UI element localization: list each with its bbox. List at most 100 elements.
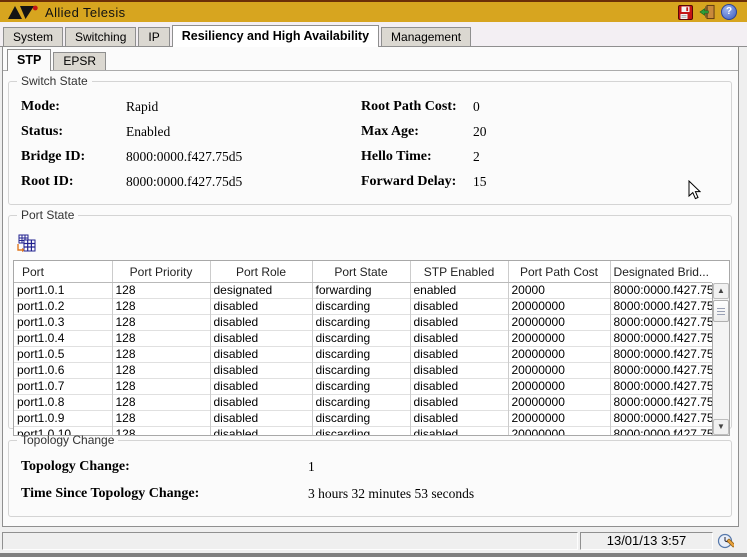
table-row[interactable]: port1.0.2128disableddiscardingdisabled20… [14, 299, 712, 315]
cell: port1.0.9 [14, 411, 112, 427]
logout-icon[interactable] [699, 4, 715, 20]
table-export-icon[interactable] [16, 234, 36, 254]
field-label: Status: [21, 124, 126, 140]
cell: disabled [410, 363, 508, 379]
tab-resiliency-and-high-availability[interactable]: Resiliency and High Availability [172, 25, 379, 47]
table-row[interactable]: port1.0.8128disableddiscardingdisabled20… [14, 395, 712, 411]
field-label: Root Path Cost: [361, 99, 473, 115]
table-scrollbar[interactable]: ▲ ▼ [712, 283, 729, 435]
cell: disabled [210, 315, 312, 331]
field-value: 1 [308, 459, 315, 475]
column-header-port-priority[interactable]: Port Priority [112, 261, 210, 283]
cell: disabled [410, 395, 508, 411]
tab-switching[interactable]: Switching [65, 27, 136, 46]
field-row: Max Age:20 [361, 119, 731, 144]
field-value: 15 [473, 174, 487, 190]
datetime-panel: 13/01/13 3:57 [580, 532, 713, 550]
cell: port1.0.5 [14, 347, 112, 363]
cell: disabled [210, 299, 312, 315]
tab-system[interactable]: System [3, 27, 63, 46]
cell: 8000:0000.f427.75... [610, 347, 712, 363]
cell: 128 [112, 395, 210, 411]
table-viewport: PortPort PriorityPort RolePort StateSTP … [14, 261, 712, 435]
cell: port1.0.8 [14, 395, 112, 411]
cell: port1.0.1 [14, 283, 112, 299]
table-row[interactable]: port1.0.7128disableddiscardingdisabled20… [14, 379, 712, 395]
tab-ip[interactable]: IP [138, 27, 169, 46]
port-state-legend: Port State [17, 208, 78, 222]
scroll-up-icon[interactable]: ▲ [713, 283, 729, 299]
cell: 20000000 [508, 411, 610, 427]
cell: discarding [312, 347, 410, 363]
cell: discarding [312, 331, 410, 347]
cell: 8000:0000.f427.75... [610, 283, 712, 299]
table-row[interactable]: port1.0.1128designatedforwardingenabled2… [14, 283, 712, 299]
column-header-port-role[interactable]: Port Role [210, 261, 312, 283]
main-tab-bar: SystemSwitchingIPResiliency and High Ava… [0, 22, 747, 47]
cell: 8000:0000.f427.75... [610, 363, 712, 379]
column-header-designated-brid[interactable]: Designated Brid... [610, 261, 712, 283]
cell: disabled [210, 395, 312, 411]
table-row[interactable]: port1.0.9128disableddiscardingdisabled20… [14, 411, 712, 427]
app-window: Allied Telesis ? [0, 0, 747, 557]
subtab-epsr[interactable]: EPSR [53, 52, 106, 70]
cell: disabled [410, 411, 508, 427]
statusbar: 13/01/13 3:57 [0, 530, 747, 557]
cell: disabled [210, 379, 312, 395]
field-row: Root Path Cost:0 [361, 94, 731, 119]
cell: port1.0.3 [14, 315, 112, 331]
content-pane: STPEPSR Switch State Mode:RapidStatus:En… [2, 47, 739, 527]
topology-change-group: Topology Change Topology Change:1Time Si… [8, 433, 732, 517]
topology-fields: Topology Change:1Time Since Topology Cha… [9, 447, 731, 507]
table-row[interactable]: port1.0.3128disableddiscardingdisabled20… [14, 315, 712, 331]
subtab-stp[interactable]: STP [7, 49, 51, 71]
field-row: Time Since Topology Change:3 hours 32 mi… [21, 480, 731, 507]
save-icon[interactable] [677, 4, 693, 20]
switch-state-right-column: Root Path Cost:0Max Age:20Hello Time:2Fo… [361, 94, 731, 194]
field-value: Enabled [126, 124, 170, 140]
column-header-port-state[interactable]: Port State [312, 261, 410, 283]
cell: 128 [112, 299, 210, 315]
cell: 128 [112, 331, 210, 347]
help-icon[interactable]: ? [721, 4, 737, 20]
field-value: 2 [473, 149, 480, 165]
cell: 128 [112, 347, 210, 363]
column-header-stp-enabled[interactable]: STP Enabled [410, 261, 508, 283]
cell: port1.0.7 [14, 379, 112, 395]
topology-change-legend: Topology Change [17, 433, 118, 447]
field-value: 0 [473, 99, 480, 115]
cell: port1.0.6 [14, 363, 112, 379]
cell: enabled [410, 283, 508, 299]
cell: discarding [312, 363, 410, 379]
cell: forwarding [312, 283, 410, 299]
titlebar: Allied Telesis ? [0, 0, 747, 22]
table-row[interactable]: port1.0.4128disableddiscardingdisabled20… [14, 331, 712, 347]
column-header-port-path-cost[interactable]: Port Path Cost [508, 261, 610, 283]
field-label: Time Since Topology Change: [21, 486, 308, 502]
cell: discarding [312, 299, 410, 315]
tab-management[interactable]: Management [381, 27, 471, 46]
field-row: Forward Delay:15 [361, 169, 731, 194]
cell: 128 [112, 363, 210, 379]
field-label: Max Age: [361, 124, 473, 140]
field-label: Hello Time: [361, 149, 473, 165]
table-row[interactable]: port1.0.5128disableddiscardingdisabled20… [14, 347, 712, 363]
allied-telesis-logo-icon [8, 5, 38, 20]
set-clock-icon[interactable] [717, 533, 734, 550]
table-row[interactable]: port1.0.6128disableddiscardingdisabled20… [14, 363, 712, 379]
field-row: Hello Time:2 [361, 144, 731, 169]
cell: 128 [112, 379, 210, 395]
table-header-row: PortPort PriorityPort RolePort StateSTP … [14, 261, 712, 283]
scroll-thumb[interactable] [713, 300, 729, 322]
field-value: 8000:0000.f427.75d5 [126, 149, 242, 165]
cell: discarding [312, 379, 410, 395]
cell: disabled [410, 299, 508, 315]
cell: 128 [112, 411, 210, 427]
cell: port1.0.2 [14, 299, 112, 315]
brand-title: Allied Telesis [45, 5, 126, 20]
cell: disabled [210, 347, 312, 363]
cell: 128 [112, 315, 210, 331]
field-label: Topology Change: [21, 459, 308, 475]
field-value: 8000:0000.f427.75d5 [126, 174, 242, 190]
column-header-port[interactable]: Port [14, 261, 112, 283]
